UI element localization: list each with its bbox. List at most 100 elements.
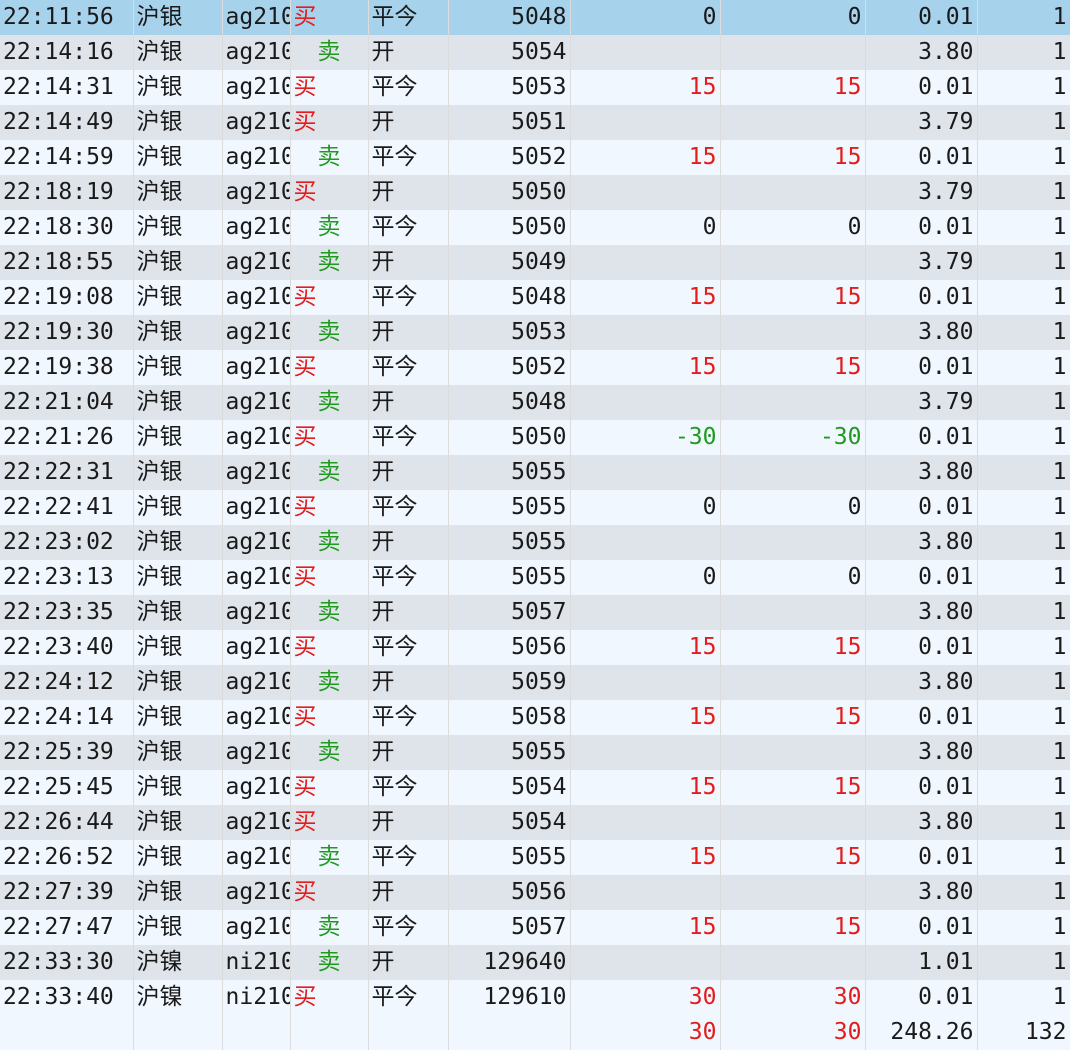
trade-contract-code: ag210 — [222, 385, 291, 420]
trade-price: 5055 — [448, 490, 571, 525]
trade-qty: 1 — [977, 280, 1070, 315]
trade-fee: 3.79 — [865, 105, 978, 140]
total-pnl-1: 30 — [570, 1015, 721, 1050]
trade-fee: 0.01 — [865, 280, 978, 315]
trade-contract-code: ag210 — [222, 175, 291, 210]
trade-side: 买 — [290, 875, 369, 910]
trade-pnl-2: 0 — [720, 560, 866, 595]
trade-product-name: 沪银 — [133, 385, 223, 420]
trade-price: 5057 — [448, 910, 571, 945]
trade-row[interactable]: 22:23:13 沪银 ag210 买平今 5055 0 0 0.01 1 — [0, 560, 1070, 595]
trade-product-name: 沪银 — [133, 630, 223, 665]
trade-qty: 1 — [977, 70, 1070, 105]
trade-time: 22:14:59 — [0, 140, 134, 175]
trade-pnl-2: 0 — [720, 210, 866, 245]
trade-row[interactable]: 22:23:35 沪银 ag210 卖开 5057 3.80 1 — [0, 595, 1070, 630]
trade-price: 5050 — [448, 210, 571, 245]
trade-pnl-1 — [570, 735, 721, 770]
trade-row[interactable]: 22:33:40 沪镍 ni210 买平今 129610 30 30 0.01 1 — [0, 980, 1070, 1015]
trade-row[interactable]: 22:18:30 沪银 ag210 卖平今 5050 0 0 0.01 1 — [0, 210, 1070, 245]
trade-pnl-2 — [720, 175, 866, 210]
trade-pnl-1: 0 — [570, 490, 721, 525]
trade-pnl-1 — [570, 175, 721, 210]
totals-empty-cell — [448, 1015, 571, 1050]
trade-pnl-2: 15 — [720, 280, 866, 315]
trade-pnl-2 — [720, 35, 866, 70]
trade-row[interactable]: 22:23:40 沪银 ag210 买平今 5056 15 15 0.01 1 — [0, 630, 1070, 665]
trade-pnl-2: 0 — [720, 490, 866, 525]
trade-action: 平今 — [368, 0, 449, 35]
trade-action: 开 — [368, 35, 449, 70]
trade-contract-code: ag210 — [222, 770, 291, 805]
trade-contract-code: ag210 — [222, 420, 291, 455]
trade-row[interactable]: 22:27:39 沪银 ag210 买开 5056 3.80 1 — [0, 875, 1070, 910]
trade-price: 5049 — [448, 245, 571, 280]
trade-row[interactable]: 22:19:38 沪银 ag210 买平今 5052 15 15 0.01 1 — [0, 350, 1070, 385]
trade-side: 卖 — [290, 525, 369, 560]
trade-row[interactable]: 22:26:44 沪银 ag210 买开 5054 3.80 1 — [0, 805, 1070, 840]
trade-product-name: 沪银 — [133, 245, 223, 280]
trade-pnl-2 — [720, 455, 866, 490]
trade-action: 平今 — [368, 140, 449, 175]
trade-row[interactable]: 22:14:49 沪银 ag210 买开 5051 3.79 1 — [0, 105, 1070, 140]
trade-qty: 1 — [977, 805, 1070, 840]
trade-pnl-2 — [720, 875, 866, 910]
trade-qty: 1 — [977, 385, 1070, 420]
trade-row[interactable]: 22:21:26 沪银 ag210 买平今 5050 -30 -30 0.01 1 — [0, 420, 1070, 455]
trade-row[interactable]: 22:14:31 沪银 ag210 买平今 5053 15 15 0.01 1 — [0, 70, 1070, 105]
trade-time: 22:27:47 — [0, 910, 134, 945]
trade-time: 22:22:31 — [0, 455, 134, 490]
trade-row[interactable]: 22:22:41 沪银 ag210 买平今 5055 0 0 0.01 1 — [0, 490, 1070, 525]
trade-row[interactable]: 22:26:52 沪银 ag210 卖平今 5055 15 15 0.01 1 — [0, 840, 1070, 875]
trade-qty: 1 — [977, 840, 1070, 875]
trade-fee: 0.01 — [865, 70, 978, 105]
trade-action: 平今 — [368, 420, 449, 455]
trade-row[interactable]: 22:24:14 沪银 ag210 买平今 5058 15 15 0.01 1 — [0, 700, 1070, 735]
trade-row[interactable]: 22:19:30 沪银 ag210 卖开 5053 3.80 1 — [0, 315, 1070, 350]
trade-row[interactable]: 22:25:45 沪银 ag210 买平今 5054 15 15 0.01 1 — [0, 770, 1070, 805]
trade-product-name: 沪银 — [133, 770, 223, 805]
trade-pnl-2 — [720, 945, 866, 980]
trade-qty: 1 — [977, 560, 1070, 595]
trade-pnl-2 — [720, 805, 866, 840]
trade-contract-code: ag210 — [222, 490, 291, 525]
trade-row[interactable]: 22:25:39 沪银 ag210 卖开 5055 3.80 1 — [0, 735, 1070, 770]
trade-time: 22:25:39 — [0, 735, 134, 770]
trade-contract-code: ag210 — [222, 595, 291, 630]
trade-row[interactable]: 22:33:30 沪镍 ni210 卖开 129640 1.01 1 — [0, 945, 1070, 980]
trade-qty: 1 — [977, 245, 1070, 280]
trade-action: 开 — [368, 315, 449, 350]
trade-row[interactable]: 22:22:31 沪银 ag210 卖开 5055 3.80 1 — [0, 455, 1070, 490]
totals-empty-cell — [133, 1015, 223, 1050]
trade-price: 5052 — [448, 140, 571, 175]
trade-side: 买 — [290, 0, 369, 35]
trade-row[interactable]: 22:14:16 沪银 ag210 卖开 5054 3.80 1 — [0, 35, 1070, 70]
trade-time: 22:18:19 — [0, 175, 134, 210]
trade-side: 买 — [290, 805, 369, 840]
trade-qty: 1 — [977, 595, 1070, 630]
trade-price: 5054 — [448, 770, 571, 805]
trade-row[interactable]: 22:19:08 沪银 ag210 买平今 5048 15 15 0.01 1 — [0, 280, 1070, 315]
trade-action: 开 — [368, 875, 449, 910]
trade-pnl-1: 15 — [570, 280, 721, 315]
trade-side: 买 — [290, 70, 369, 105]
trade-row[interactable]: 22:24:12 沪银 ag210 卖开 5059 3.80 1 — [0, 665, 1070, 700]
trade-row[interactable]: 22:18:55 沪银 ag210 卖开 5049 3.79 1 — [0, 245, 1070, 280]
trade-side: 买 — [290, 420, 369, 455]
trade-product-name: 沪银 — [133, 525, 223, 560]
trade-row[interactable]: 22:21:04 沪银 ag210 卖开 5048 3.79 1 — [0, 385, 1070, 420]
trade-side: 卖 — [290, 385, 369, 420]
trade-price: 5053 — [448, 70, 571, 105]
trade-pnl-1: 15 — [570, 910, 721, 945]
trade-qty: 1 — [977, 105, 1070, 140]
trade-row[interactable]: 22:27:47 沪银 ag210 卖平今 5057 15 15 0.01 1 — [0, 910, 1070, 945]
trade-fee: 3.79 — [865, 175, 978, 210]
trade-pnl-1: 15 — [570, 140, 721, 175]
trade-row[interactable]: 22:14:59 沪银 ag210 卖平今 5052 15 15 0.01 1 — [0, 140, 1070, 175]
trade-price: 5055 — [448, 840, 571, 875]
trade-row[interactable]: 22:23:02 沪银 ag210 卖开 5055 3.80 1 — [0, 525, 1070, 560]
trade-row[interactable]: 22:11:56 沪银 ag210 买平今 5048 0 0 0.01 1 — [0, 0, 1070, 35]
trade-fee: 3.80 — [865, 875, 978, 910]
trade-row[interactable]: 22:18:19 沪银 ag210 买开 5050 3.79 1 — [0, 175, 1070, 210]
trade-time: 22:21:26 — [0, 420, 134, 455]
